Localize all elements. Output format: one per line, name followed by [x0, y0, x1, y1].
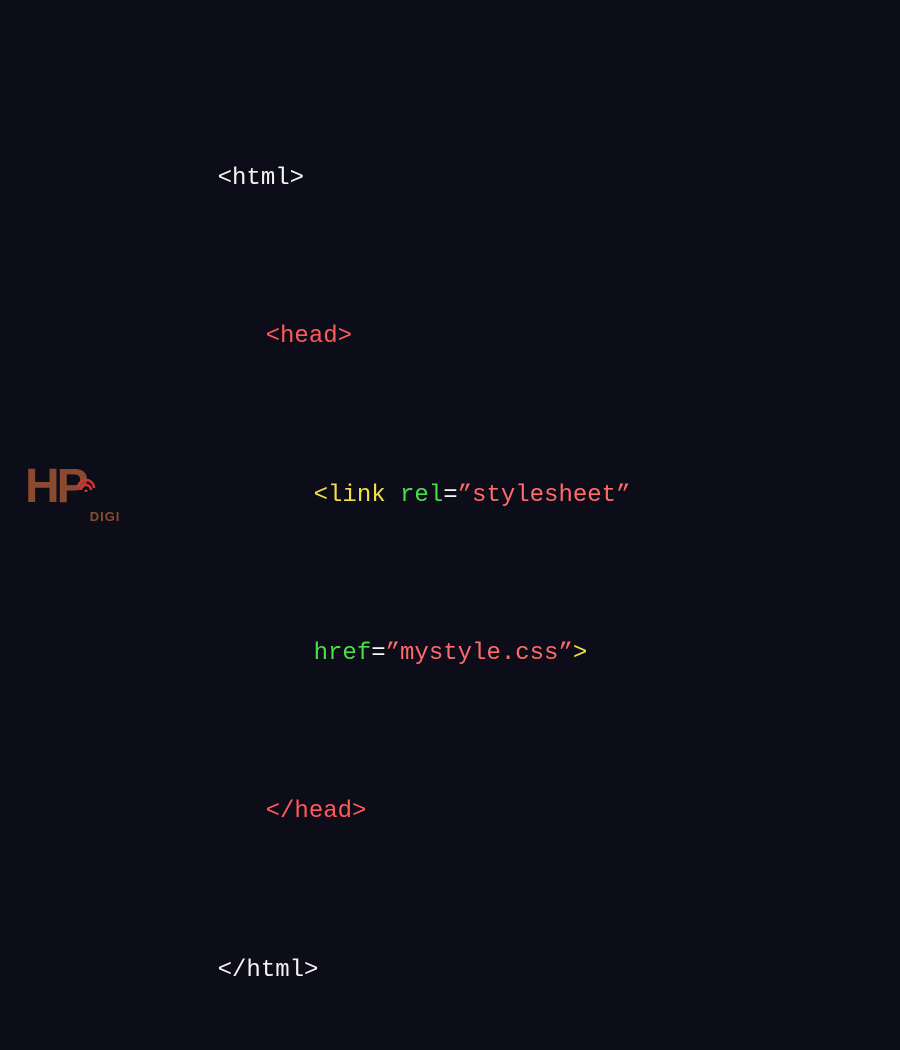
equals-2: = [371, 640, 385, 667]
equals-1: = [443, 482, 457, 509]
code-line-6: </html> [160, 892, 900, 1050]
logo-sub-text: DIGI [90, 503, 121, 532]
html-close-tag: </html> [218, 957, 319, 984]
code-line-3: <link rel=”stylesheet” [160, 417, 900, 575]
rel-value: ”stylesheet” [458, 482, 631, 509]
brand-logo: HP DIGI [25, 434, 120, 540]
link-tag: <link [314, 482, 386, 509]
rel-attribute: rel [386, 482, 444, 509]
code-block: <html> <head> <link rel=”stylesheet” hre… [0, 0, 900, 1050]
code-line-1: <html> [160, 100, 900, 258]
head-close-tag: </head> [266, 798, 367, 825]
html-open-tag: <html> [218, 165, 304, 192]
code-line-5: </head> [160, 734, 900, 892]
wifi-icon [74, 424, 94, 444]
logo-main-text: HP [25, 434, 86, 540]
link-close: > [573, 640, 587, 667]
href-value: ”mystyle.css” [386, 640, 573, 667]
code-line-4: href=”mystyle.css”> [160, 575, 900, 733]
code-line-2: <head> [160, 258, 900, 416]
head-open-tag: <head> [266, 323, 352, 350]
href-attribute: href [314, 640, 372, 667]
